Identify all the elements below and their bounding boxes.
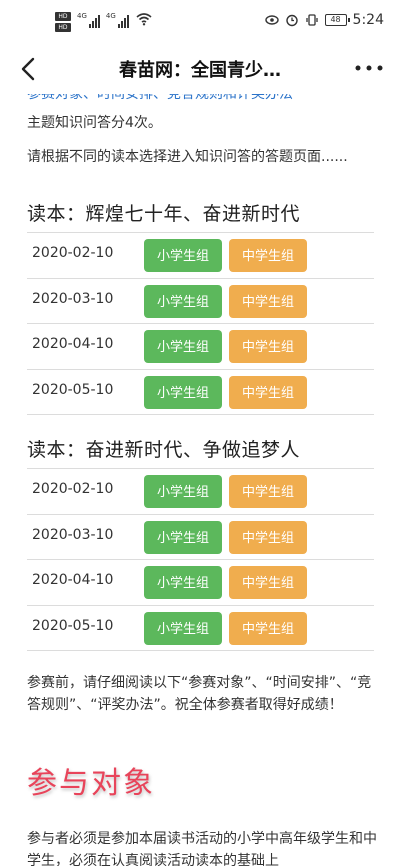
primary-group-button[interactable]: 小学生组 <box>144 520 222 554</box>
middle-group-button[interactable]: 中学生组 <box>229 520 307 554</box>
table-row: 2020-02-10 小学生组 中学生组 <box>27 469 374 515</box>
hd-badge: HD <box>55 23 71 32</box>
table-row: 2020-03-10 小学生组 中学生组 <box>27 515 374 560</box>
book-heading: 读本：辉煌七十年、奋进新时代 <box>27 203 301 225</box>
middle-group-button[interactable]: 中学生组 <box>229 239 307 272</box>
quiz-table: 2020-02-10 小学生组 中学生组 2020-03-10 小学生组 中学生… <box>27 232 374 415</box>
status-time: 5:24 <box>352 12 384 28</box>
notice-paragraph: 参赛前，请仔细阅读以下“参赛对象”、“时间安排”、“竞答规则”、“评奖办法”。祝… <box>27 675 372 713</box>
middle-group-button[interactable]: 中学生组 <box>229 284 307 318</box>
signal-icon: 4G <box>77 12 100 28</box>
participants-paragraph: 参与者必须是参加本届读书活动的小学中高年级学生和中学生，必须在认真阅读活动读本的… <box>27 831 377 866</box>
middle-group-button[interactable]: 中学生组 <box>229 475 307 508</box>
table-row: 2020-04-10 小学生组 中学生组 <box>27 560 374 606</box>
primary-group-button[interactable]: 小学生组 <box>144 239 222 272</box>
primary-group-button[interactable]: 小学生组 <box>144 475 222 508</box>
primary-group-button[interactable]: 小学生组 <box>144 566 222 599</box>
nav-bar: 春苗网：全国青少… <box>0 44 400 94</box>
battery-icon: 48 <box>324 14 350 26</box>
article-content[interactable]: 参赛对象、时间安排、竞答规则和评奖办法 主题知识问答分4次。 请根据不同的读本选… <box>0 94 400 866</box>
intro-line: 请根据不同的读本选择进入知识问答的答题页面...... <box>27 149 348 165</box>
quiz-date: 2020-04-10 <box>32 336 114 352</box>
middle-group-button[interactable]: 中学生组 <box>229 330 307 363</box>
participants-heading: 参与对象 <box>27 766 155 801</box>
status-right: 48 5:24 <box>264 12 384 28</box>
table-row: 2020-05-10 小学生组 中学生组 <box>27 370 374 415</box>
more-dots-icon[interactable] <box>354 62 384 74</box>
vibrate-icon <box>305 14 318 26</box>
primary-group-button[interactable]: 小学生组 <box>144 330 222 363</box>
alarm-icon <box>285 14 298 27</box>
middle-group-button[interactable]: 中学生组 <box>229 611 307 645</box>
signal-icon: 4G <box>106 12 129 28</box>
table-row: 2020-02-10 小学生组 中学生组 <box>27 233 374 279</box>
quiz-date: 2020-02-10 <box>32 245 114 261</box>
wifi-icon <box>136 13 152 26</box>
quiz-date: 2020-05-10 <box>32 617 114 634</box>
cutoff-link-text[interactable]: 参赛对象、时间安排、竞答规则和评奖办法 <box>27 94 293 103</box>
table-row: 2020-05-10 小学生组 中学生组 <box>27 606 374 651</box>
primary-group-button[interactable]: 小学生组 <box>144 611 222 645</box>
chevron-left-icon[interactable] <box>16 54 44 84</box>
quiz-date: 2020-03-10 <box>32 290 114 307</box>
table-row: 2020-03-10 小学生组 中学生组 <box>27 279 374 324</box>
primary-group-button[interactable]: 小学生组 <box>144 375 222 409</box>
quiz-date: 2020-03-10 <box>32 526 114 543</box>
middle-group-button[interactable]: 中学生组 <box>229 566 307 599</box>
book-heading: 读本：奋进新时代、争做追梦人 <box>27 439 301 461</box>
table-row: 2020-04-10 小学生组 中学生组 <box>27 324 374 370</box>
status-bar: HD HD 4G 4G 48 5:24 <box>0 0 400 44</box>
hd-badge: HD <box>55 12 71 21</box>
intro-line: 主题知识问答分4次。 <box>27 115 162 131</box>
eye-icon <box>264 15 279 25</box>
primary-group-button[interactable]: 小学生组 <box>144 284 222 318</box>
quiz-date: 2020-04-10 <box>32 572 114 588</box>
quiz-date: 2020-02-10 <box>32 481 114 497</box>
middle-group-button[interactable]: 中学生组 <box>229 375 307 409</box>
status-left: HD HD 4G 4G <box>55 12 152 32</box>
quiz-date: 2020-05-10 <box>32 381 114 398</box>
quiz-table: 2020-02-10 小学生组 中学生组 2020-03-10 小学生组 中学生… <box>27 468 374 651</box>
page-title: 春苗网：全国青少… <box>119 60 281 81</box>
